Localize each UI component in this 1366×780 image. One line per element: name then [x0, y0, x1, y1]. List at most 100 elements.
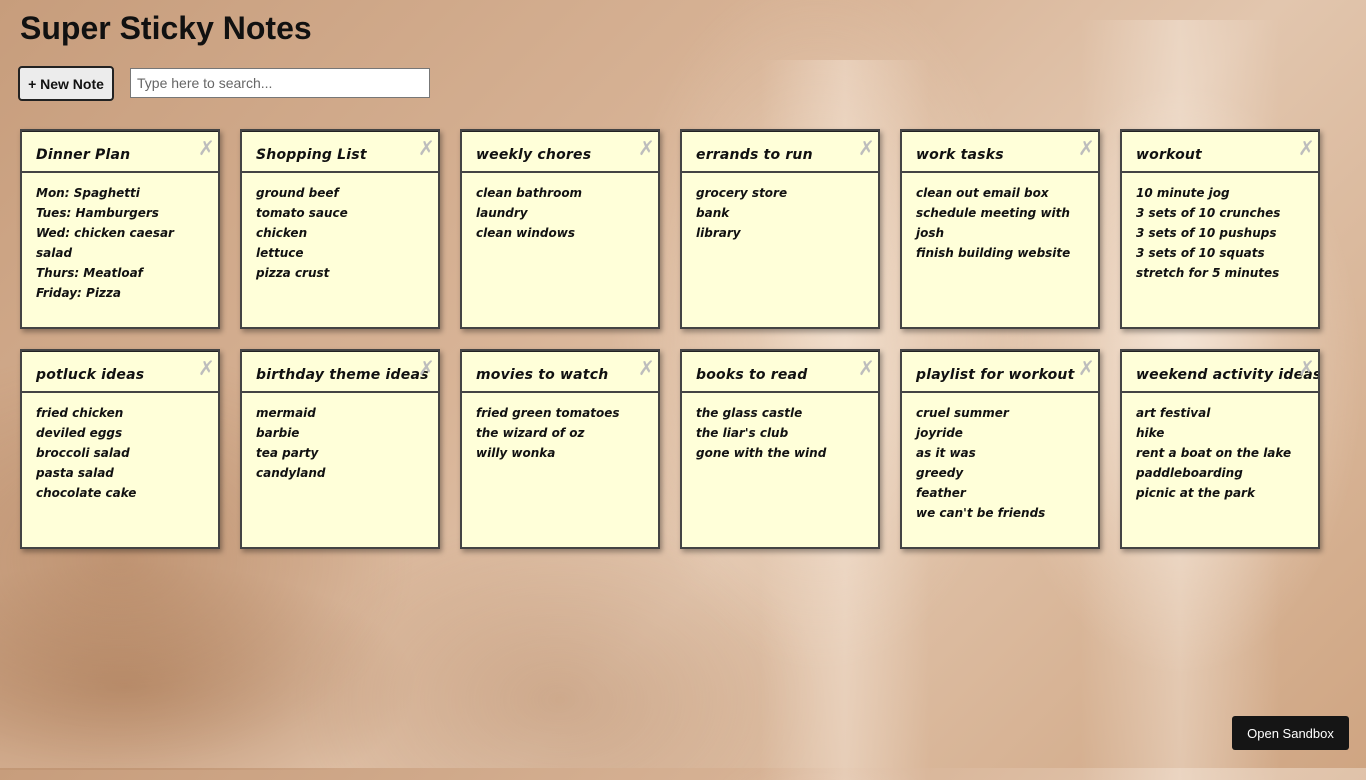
note-line: finish building website: [916, 246, 1071, 260]
sticky-note[interactable]: birthday theme ideas ✗ mermaid barbie tea pa…: [240, 349, 440, 549]
sticky-note[interactable]: weekly chores ✗ clean bathroom laundry clean…: [460, 129, 660, 329]
note-title[interactable]: movies to watch: [476, 361, 608, 383]
note-header[interactable]: weekend activity ideas: [1122, 351, 1318, 393]
close-icon[interactable]: ✗: [1298, 138, 1315, 158]
sticky-note[interactable]: movies to watch ✗ fried green tomatoes the …: [460, 349, 660, 549]
note-body[interactable]: cruel summer joyride as it was greedy feathe…: [902, 393, 1098, 523]
note-body[interactable]: 10 minute jog 3 sets of 10 crunches 3 sets…: [1122, 173, 1318, 283]
sticky-note[interactable]: errands to run ✗ grocery store bank library: [680, 129, 880, 329]
note-line: barbie: [256, 426, 300, 440]
note-title[interactable]: birthday theme ideas: [256, 361, 429, 383]
note-line: schedule meeting with: [916, 206, 1070, 220]
close-icon[interactable]: ✗: [1078, 358, 1095, 378]
note-title[interactable]: Shopping List: [256, 141, 367, 163]
sticky-note[interactable]: work tasks ✗ clean out email box schedule m…: [900, 129, 1100, 329]
note-line: tea party: [256, 446, 319, 460]
close-icon[interactable]: ✗: [418, 138, 435, 158]
note-title[interactable]: Dinner Plan: [36, 141, 130, 163]
note-line: pizza crust: [256, 266, 330, 280]
note-header[interactable]: movies to watch: [462, 351, 658, 393]
note-line: 3 sets of 10 crunches: [1136, 206, 1281, 220]
sticky-note[interactable]: potluck ideas ✗ fried chicken deviled eggs b…: [20, 349, 220, 549]
note-line: we can't be friends: [916, 506, 1046, 520]
note-header[interactable]: books to read: [682, 351, 878, 393]
note-header[interactable]: weekly chores: [462, 131, 658, 173]
note-line: deviled eggs: [36, 426, 123, 440]
note-body[interactable]: art festival hike rent a boat on the lake p…: [1122, 393, 1318, 503]
note-line: willy wonka: [476, 446, 556, 460]
close-icon[interactable]: ✗: [418, 358, 435, 378]
search-input[interactable]: [130, 68, 430, 98]
note-header[interactable]: playlist for workout: [902, 351, 1098, 393]
note-line: the glass castle: [696, 406, 803, 420]
note-line: fried chicken: [36, 406, 124, 420]
note-body[interactable]: mermaid barbie tea party candyland: [242, 393, 438, 483]
note-line: chicken: [256, 226, 308, 240]
sticky-note[interactable]: Dinner Plan ✗ Mon: Spaghetti Tues: Hamburge…: [20, 129, 220, 329]
note-line: joyride: [916, 426, 963, 440]
note-title[interactable]: workout: [1136, 141, 1202, 163]
note-line: 10 minute jog: [1136, 186, 1230, 200]
background-shadow: [0, 560, 420, 770]
note-title[interactable]: errands to run: [696, 141, 813, 163]
note-title[interactable]: weekend activity ideas: [1136, 361, 1318, 383]
sticky-note[interactable]: Shopping List ✗ ground beef tomato sauce chi…: [240, 129, 440, 329]
note-line: rent a boat on the lake: [1136, 446, 1292, 460]
sticky-note[interactable]: books to read ✗ the glass castle the liar's…: [680, 349, 880, 549]
note-line: laundry: [476, 206, 528, 220]
close-icon[interactable]: ✗: [638, 138, 655, 158]
note-body[interactable]: clean out email box schedule meeting with…: [902, 173, 1098, 263]
note-line: josh: [916, 226, 945, 240]
close-icon[interactable]: ✗: [1078, 138, 1095, 158]
note-header[interactable]: potluck ideas: [22, 351, 218, 393]
note-line: clean windows: [476, 226, 575, 240]
sticky-note[interactable]: playlist for workout ✗ cruel summer joyride…: [900, 349, 1100, 549]
note-title[interactable]: potluck ideas: [36, 361, 144, 383]
note-line: fried green tomatoes: [476, 406, 620, 420]
close-icon[interactable]: ✗: [198, 138, 215, 158]
close-icon[interactable]: ✗: [198, 358, 215, 378]
note-body[interactable]: grocery store bank library: [682, 173, 878, 243]
note-line: as it was: [916, 446, 976, 460]
note-title[interactable]: work tasks: [916, 141, 1004, 163]
note-line: library: [696, 226, 741, 240]
note-header[interactable]: Dinner Plan: [22, 131, 218, 173]
note-line: 3 sets of 10 pushups: [1136, 226, 1277, 240]
open-sandbox-button[interactable]: Open Sandbox: [1232, 716, 1349, 750]
note-line: bank: [696, 206, 730, 220]
note-line: Friday: Pizza: [36, 286, 122, 300]
sticky-note[interactable]: workout ✗ 10 minute jog 3 sets of 10 crunch…: [1120, 129, 1320, 329]
note-body[interactable]: Mon: Spaghetti Tues: Hamburgers Wed: chick…: [22, 173, 218, 303]
new-note-button[interactable]: + New Note: [18, 66, 114, 101]
note-header[interactable]: birthday theme ideas: [242, 351, 438, 393]
note-line: mermaid: [256, 406, 316, 420]
note-line: greedy: [916, 466, 964, 480]
note-line: clean out email box: [916, 186, 1049, 200]
note-header[interactable]: errands to run: [682, 131, 878, 173]
note-header[interactable]: work tasks: [902, 131, 1098, 173]
close-icon[interactable]: ✗: [638, 358, 655, 378]
note-line: hike: [1136, 426, 1165, 440]
note-body[interactable]: ground beef tomato sauce chicken lettuce piz…: [242, 173, 438, 283]
note-body[interactable]: clean bathroom laundry clean windows: [462, 173, 658, 243]
note-header[interactable]: Shopping List: [242, 131, 438, 173]
note-title[interactable]: books to read: [696, 361, 807, 383]
note-body[interactable]: the glass castle the liar's club gone with…: [682, 393, 878, 463]
note-title[interactable]: playlist for workout: [916, 361, 1075, 383]
note-header[interactable]: workout: [1122, 131, 1318, 173]
note-line: 3 sets of 10 squats: [1136, 246, 1265, 260]
note-line: broccoli salad: [36, 446, 130, 460]
close-icon[interactable]: ✗: [858, 138, 875, 158]
note-line: paddleboarding: [1136, 466, 1243, 480]
note-body[interactable]: fried green tomatoes the wizard of oz will…: [462, 393, 658, 463]
close-icon[interactable]: ✗: [858, 358, 875, 378]
note-line: the liar's club: [696, 426, 789, 440]
sticky-note[interactable]: weekend activity ideas ✗ art festival hike r…: [1120, 349, 1320, 549]
note-title[interactable]: weekly chores: [476, 141, 591, 163]
page-title: Super Sticky Notes: [20, 10, 312, 46]
note-line: the wizard of oz: [476, 426, 585, 440]
close-icon[interactable]: ✗: [1298, 358, 1315, 378]
note-body[interactable]: fried chicken deviled eggs broccoli salad p…: [22, 393, 218, 503]
note-line: Wed: chicken caesar: [36, 226, 174, 240]
notes-grid: Dinner Plan ✗ Mon: Spaghetti Tues: Hamburge…: [20, 129, 1320, 549]
